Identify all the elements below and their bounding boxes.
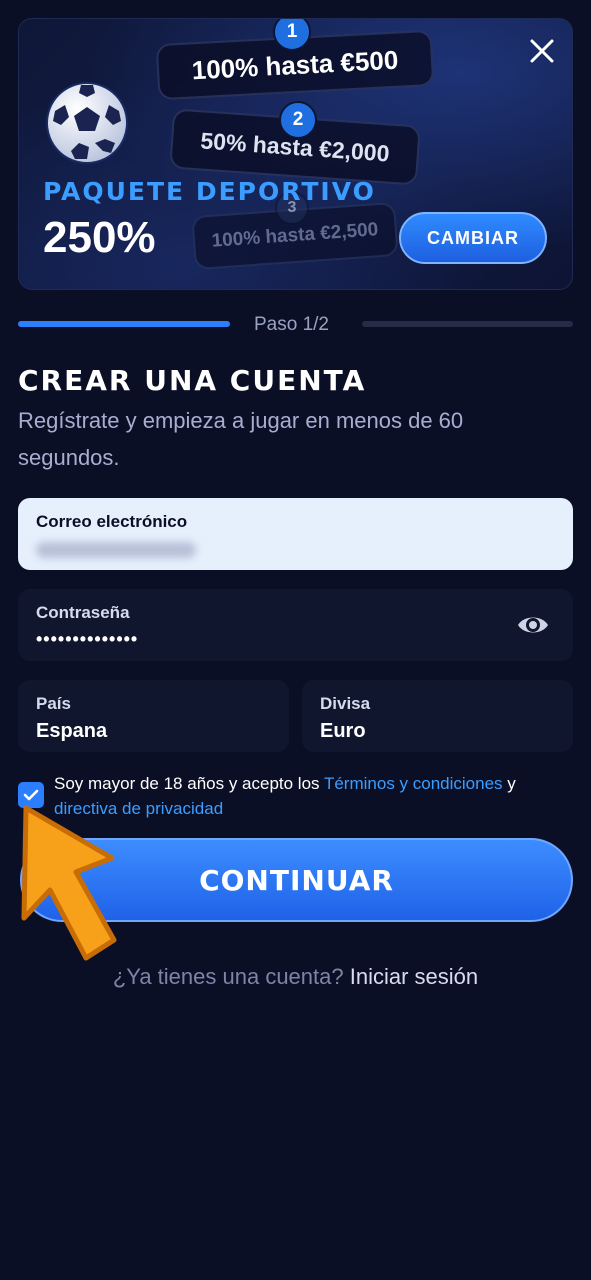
toggle-password-visibility-button[interactable] [515, 609, 551, 641]
promo-banner: 100% hasta €500 50% hasta €2,000 100% ha… [18, 18, 573, 290]
password-value: •••••••••••••• [36, 629, 139, 649]
progress-label: Paso 1/2 [254, 314, 329, 335]
page-title: CREAR UNA CUENTA [18, 364, 367, 397]
page-subtitle: Regístrate y empieza a jugar en menos de… [18, 408, 464, 470]
currency-value: Euro [320, 720, 366, 742]
pointer-arrow-icon [21, 805, 117, 961]
login-link[interactable]: Iniciar sesión [350, 964, 478, 989]
progress-bar-step-2 [362, 321, 573, 327]
close-icon [530, 39, 554, 63]
terms-connector: y [502, 774, 516, 793]
currency-select[interactable]: Divisa Euro [302, 680, 573, 752]
soccer-ball-icon [46, 82, 128, 164]
login-question: ¿Ya tienes una cuenta? [112, 964, 344, 989]
terms-prefix: Soy mayor de 18 años y acepto los [54, 774, 324, 793]
progress-bar-step-1 [18, 321, 230, 327]
password-field[interactable]: Contraseña •••••••••••••• [18, 589, 573, 661]
email-field[interactable]: Correo electrónico [18, 498, 573, 570]
package-percent: 250% [43, 213, 156, 262]
email-label: Correo electrónico [36, 512, 188, 531]
terms-link[interactable]: Términos y condiciones [324, 774, 503, 793]
currency-label: Divisa [320, 694, 371, 713]
country-value: Espana [36, 720, 108, 742]
country-select[interactable]: País Espana [18, 680, 289, 752]
country-label: País [36, 694, 71, 713]
change-package-button[interactable]: CAMBIAR [399, 212, 547, 264]
package-label: PAQUETE DEPORTIVO [43, 177, 376, 206]
password-label: Contraseña [36, 603, 130, 622]
promo-step-badge-2: 2 [279, 101, 317, 139]
email-value-blurred [36, 542, 196, 558]
close-button[interactable] [522, 31, 562, 71]
eye-icon [518, 617, 548, 633]
